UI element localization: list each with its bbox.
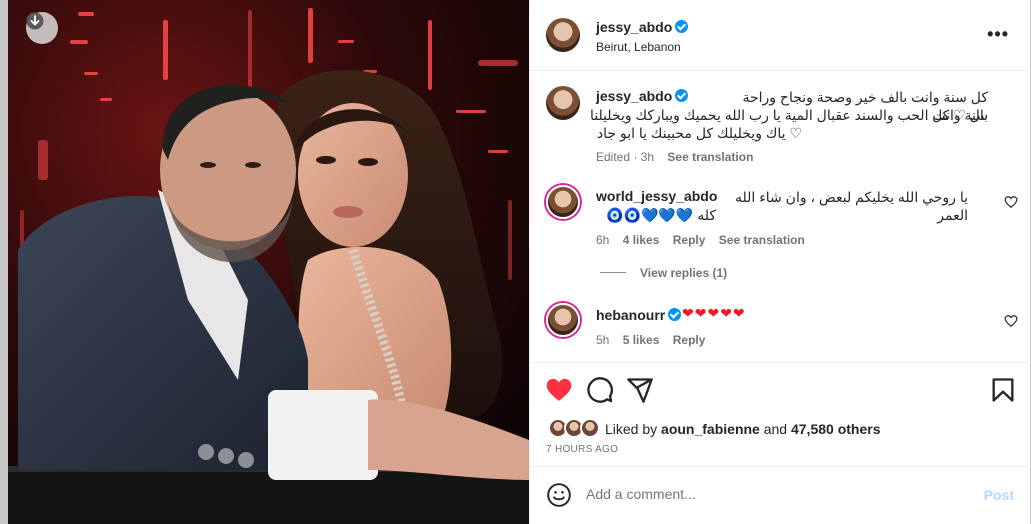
post-header: jessy_abdo Beirut, Lebanon ••• [530,0,1031,71]
add-comment-input[interactable] [586,486,946,502]
caption-meta: Edited · 3h See translation [596,150,753,164]
comment-like-heart-icon[interactable] [1004,314,1018,328]
verified-badge-icon [675,89,689,102]
comment-reply-button[interactable]: Reply [673,333,706,347]
verified-badge-icon [668,308,682,321]
comment-time: 5h [596,333,610,347]
caption-see-translation[interactable]: See translation [667,150,753,164]
comment-avatar[interactable] [546,185,580,219]
replies-divider [600,272,626,273]
more-options-icon[interactable]: ••• [987,24,1009,45]
comment-username-text[interactable]: hebanourr [596,307,665,323]
liked-by-prefix: Liked by [605,421,662,437]
comment-text: ❤❤❤❤❤ [682,305,746,321]
caption-edited-time: Edited · 3h [596,150,655,164]
comment-likes[interactable]: 5 likes [623,333,660,347]
comment-meta: 5h 5 likes Reply [596,333,705,347]
comment-text-line-1: يا روحي الله يخليكم لبعض ، وان شاء الله … [735,189,968,223]
author-avatar[interactable] [546,18,580,52]
bookmark-icon[interactable] [989,376,1017,404]
comment-text-line-2: كله 💙💙💙🧿🧿 [606,207,716,223]
liked-by-user[interactable]: aoun_fabienne [661,421,760,437]
comment-see-translation[interactable]: See translation [719,233,805,247]
author-username[interactable]: jessy_abdo [596,19,689,35]
comment-likes[interactable]: 4 likes [623,233,660,247]
author-username-text[interactable]: jessy_abdo [596,19,672,35]
download-icon [26,12,44,30]
post-location[interactable]: Beirut, Lebanon [596,40,681,54]
verified-badge-icon [675,20,689,33]
view-replies-button[interactable]: View replies (1) [640,266,727,280]
comment-time: 6h [596,233,610,247]
post-details-panel: jessy_abdo Beirut, Lebanon ••• jessy_abd… [529,0,1031,524]
post-actions-bar [530,362,1031,416]
emoji-icon[interactable] [546,482,572,508]
post-photo-illustration [8,0,529,524]
liked-by-count[interactable]: 47,580 others [791,421,881,437]
post-time-ago[interactable]: 7 HOURS AGO [546,444,618,455]
heart-icon[interactable] [545,376,573,404]
share-icon[interactable] [626,376,654,404]
post-comment-button[interactable]: Post [984,487,1014,503]
comment-icon[interactable] [586,376,614,404]
download-button[interactable] [26,12,58,44]
comment-like-heart-icon[interactable] [1004,195,1018,209]
liked-by-text: Liked by aoun_fabienne and 47,580 others [605,421,880,437]
liked-by-middle: and [759,421,791,437]
liker-avatar[interactable] [580,418,600,438]
add-comment-bar: Post [530,466,1031,524]
instagram-post-modal: jessy_abdo Beirut, Lebanon ••• jessy_abd… [0,0,1031,524]
caption-line-2: سنة وانت الحب والسند عقبال المية يا رب ا… [589,107,988,123]
comment-meta: 6h 4 likes Reply See translation [596,233,805,247]
caption-author-username[interactable]: jessy_abdo [596,88,689,104]
caption-line-3: ♡ ياك ويخليلك كل محبينك يا ابو جاد [596,125,802,141]
comment-username[interactable]: hebanourr [596,307,682,323]
post-photo[interactable] [8,0,529,524]
caption-author-username-text[interactable]: jessy_abdo [596,88,672,104]
comment-avatar[interactable] [546,303,580,337]
comment-username[interactable]: world_jessy_abdo [596,188,717,204]
comment-reply-button[interactable]: Reply [673,233,706,247]
